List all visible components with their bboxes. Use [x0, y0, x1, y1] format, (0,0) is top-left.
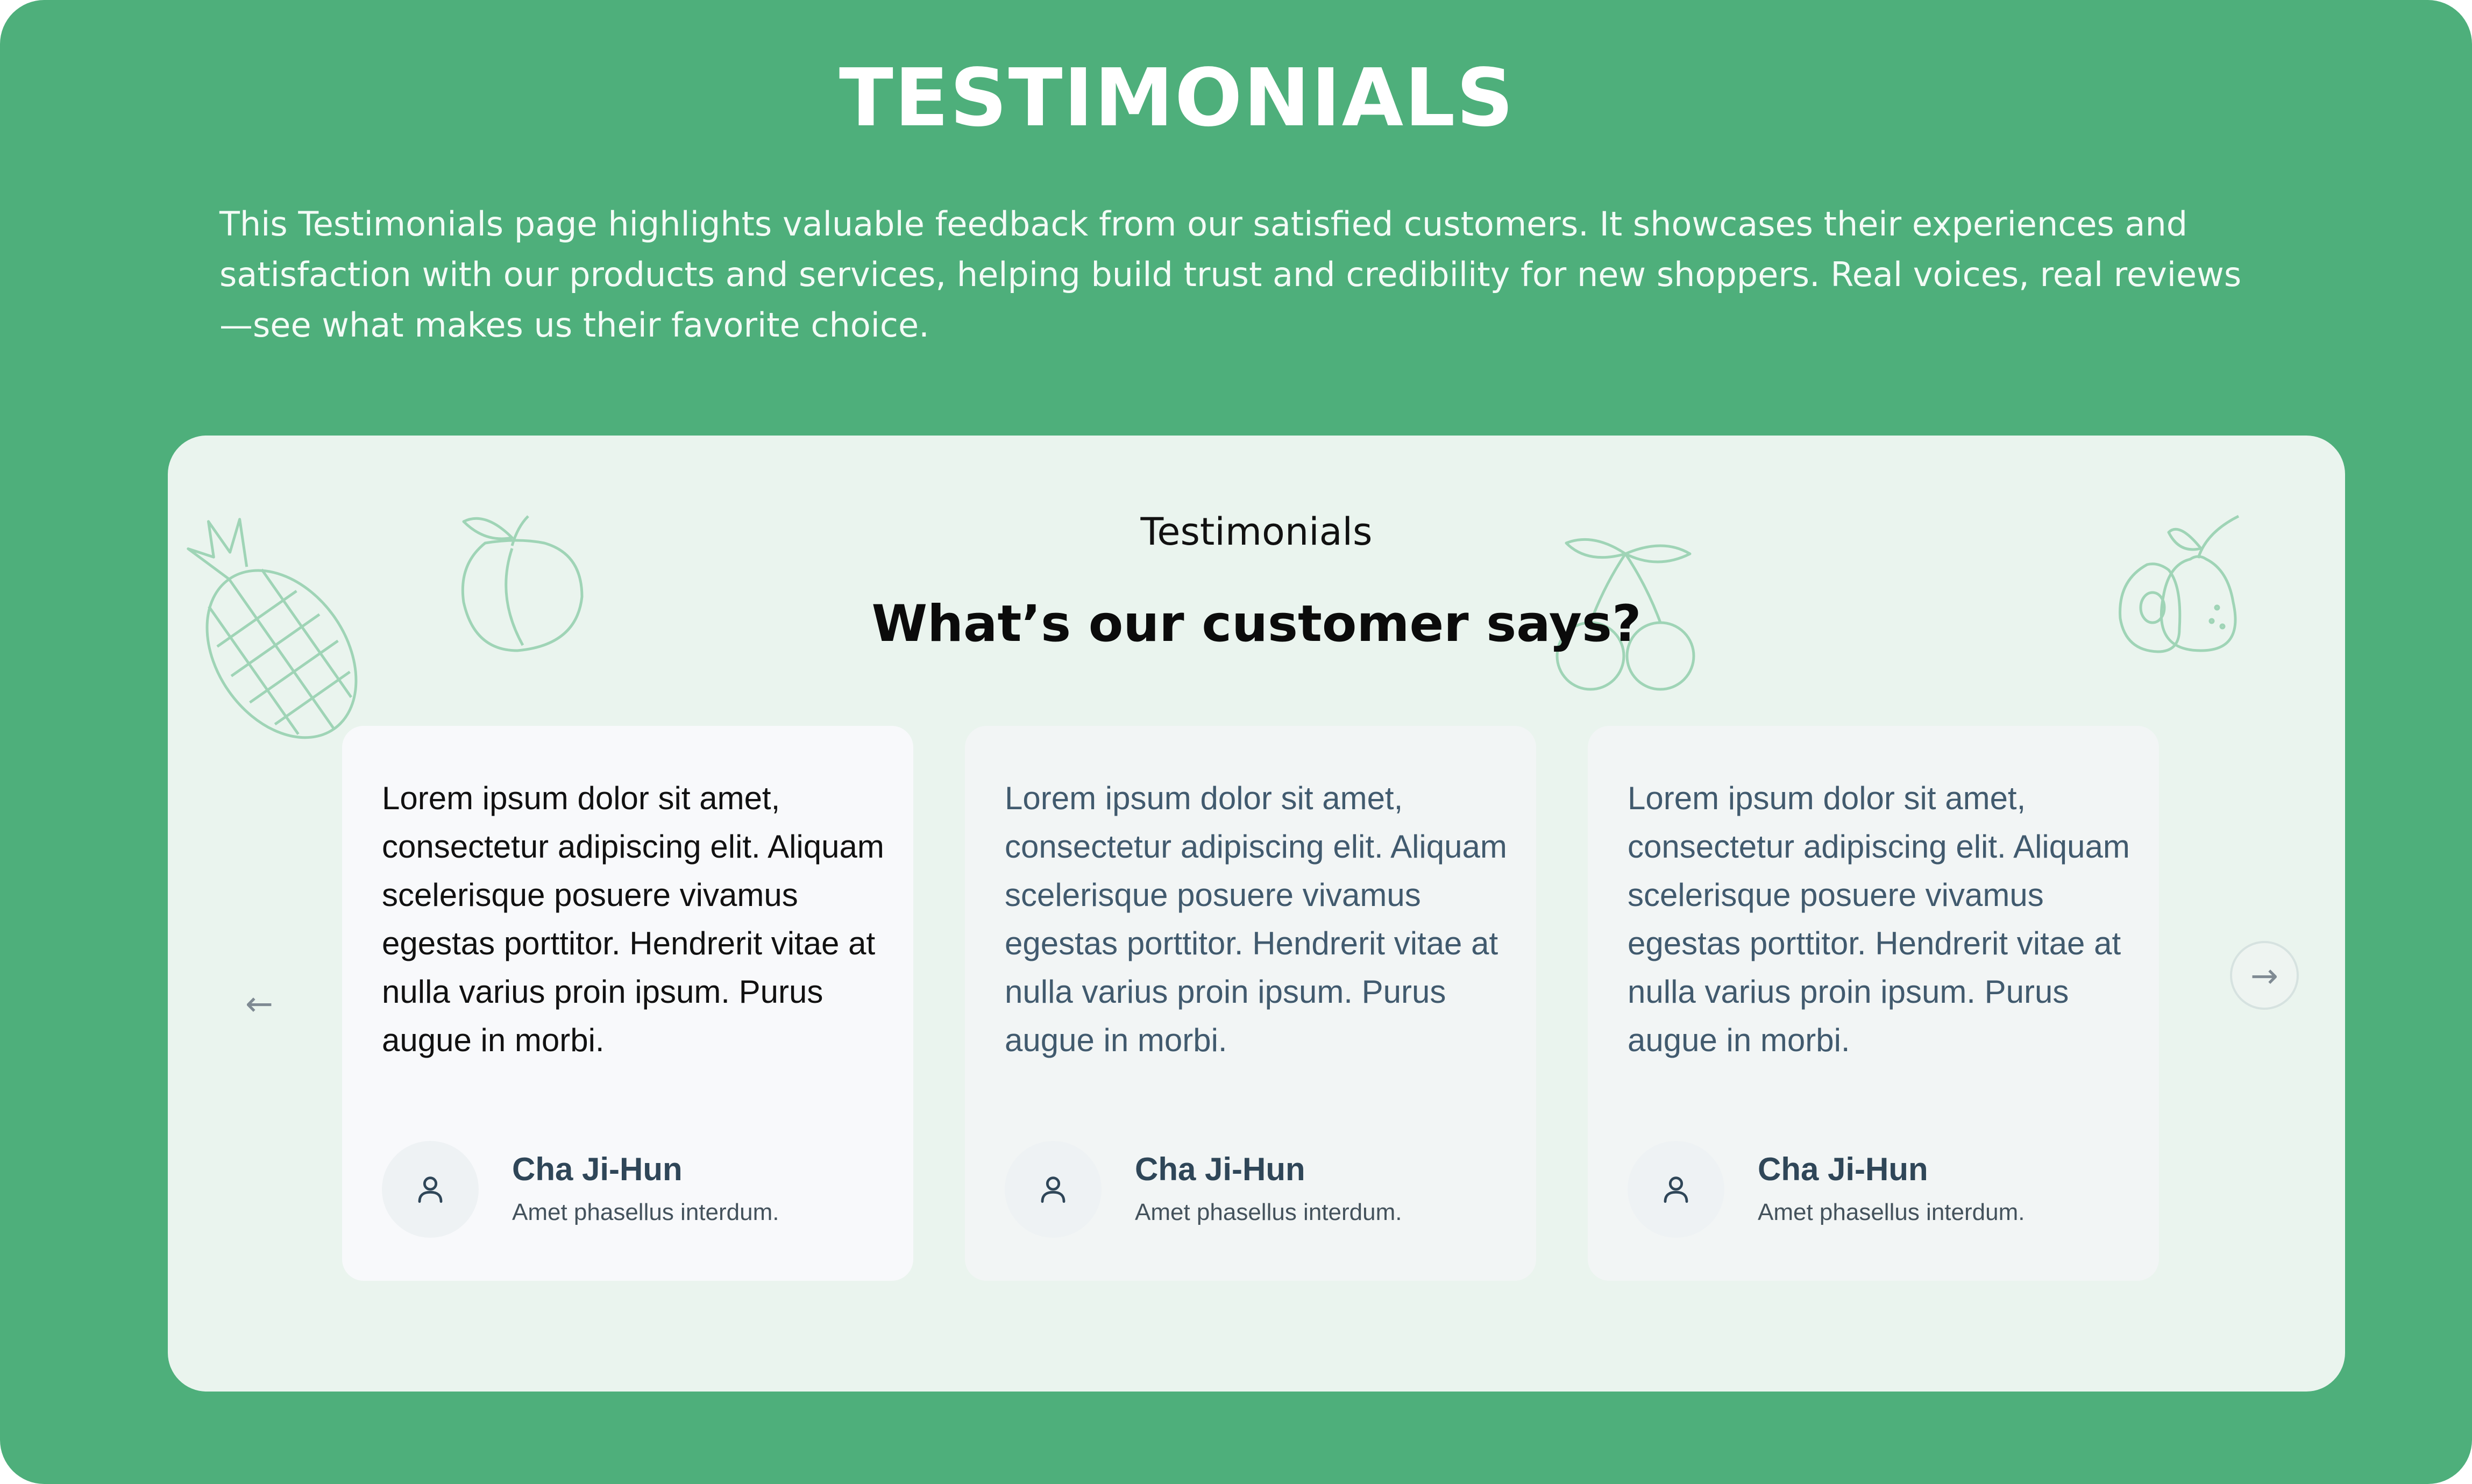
author-name: Cha Ji-Hun	[1135, 1151, 1305, 1187]
avatar	[1628, 1141, 1724, 1238]
author-name: Cha Ji-Hun	[512, 1151, 683, 1187]
testimonials-page: TESTIMONIALS This Testimonials page high…	[0, 0, 2472, 1484]
author-role: Amet phasellus interdum.	[1135, 1199, 1402, 1225]
user-icon	[418, 1176, 443, 1203]
testimonial-quote: Lorem ipsum dolor sit amet, consectetur …	[1628, 780, 2130, 1058]
avatar	[382, 1141, 479, 1238]
testimonial-card: Lorem ipsum dolor sit amet, consectetur …	[965, 726, 1536, 1281]
section-heading: What’s our customer says?	[871, 595, 1642, 653]
author-role: Amet phasellus interdum.	[1758, 1199, 2025, 1225]
user-icon	[1041, 1176, 1065, 1203]
arrow-right-icon: →	[2250, 955, 2278, 995]
testimonial-card: Lorem ipsum dolor sit amet, consectetur …	[1588, 726, 2159, 1281]
author-role: Amet phasellus interdum.	[512, 1199, 779, 1225]
intro-paragraph: This Testimonials page highlights valuab…	[219, 204, 2242, 345]
avatar	[1005, 1141, 1102, 1238]
testimonials-panel: Testimonials What’s our customer says? ←…	[168, 436, 2345, 1392]
arrow-left-icon: ←	[245, 983, 273, 1023]
user-icon	[1664, 1176, 1688, 1203]
carousel-prev-button[interactable]: ←	[227, 971, 292, 1036]
carousel-next-button[interactable]: →	[2230, 941, 2299, 1010]
section-eyebrow: Testimonials	[1140, 510, 1373, 554]
page-title: TESTIMONIALS	[839, 52, 1515, 144]
testimonial-quote: Lorem ipsum dolor sit amet, consectetur …	[1005, 780, 1507, 1058]
author-name: Cha Ji-Hun	[1758, 1151, 1928, 1187]
testimonial-quote: Lorem ipsum dolor sit amet, consectetur …	[382, 780, 884, 1058]
testimonial-card: Lorem ipsum dolor sit amet, consectetur …	[342, 726, 913, 1281]
